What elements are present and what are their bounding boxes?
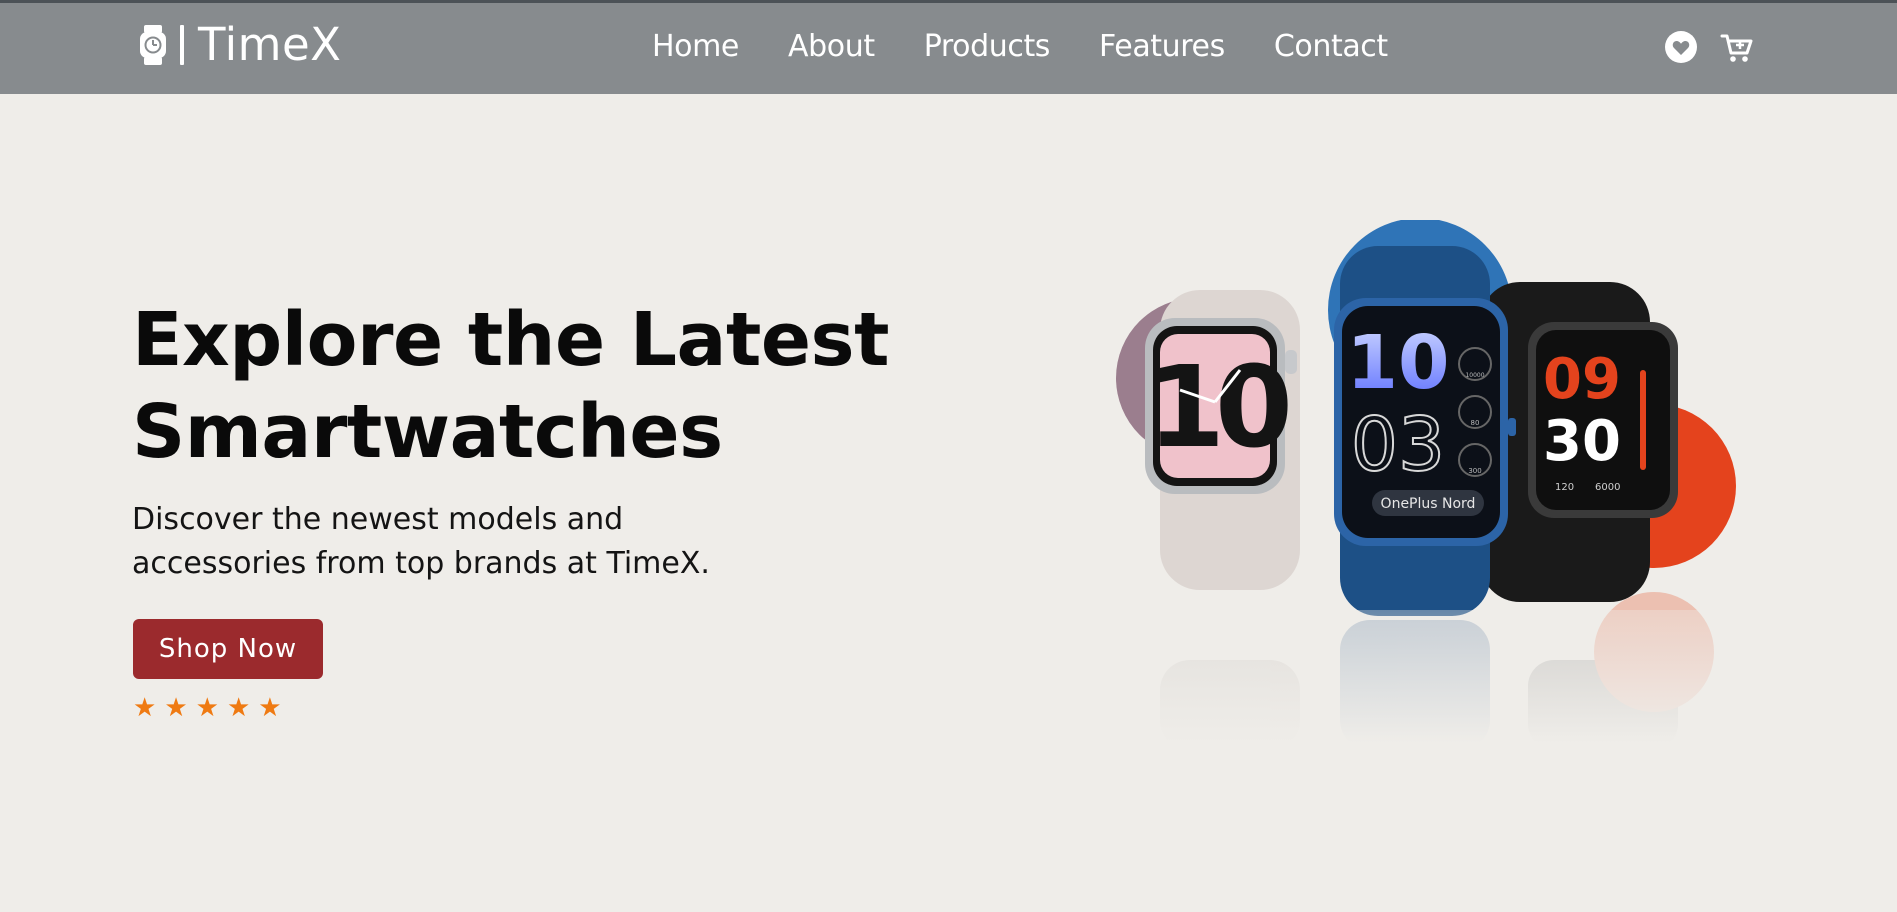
- right-watch-stat-1: 120: [1555, 482, 1574, 493]
- right-watch-stat-2: 6000: [1595, 482, 1620, 493]
- brand-logo[interactable]: TimeX: [136, 19, 341, 71]
- nav-link-features[interactable]: Features: [1099, 29, 1225, 64]
- center-watch-hours: 10: [1347, 320, 1450, 406]
- center-watch-stat-1: 10000: [1465, 372, 1484, 379]
- star-icon: ★: [258, 693, 282, 723]
- left-watch-hours: 10: [1147, 343, 1288, 473]
- logo-divider: [180, 25, 184, 65]
- nav-link-home[interactable]: Home: [652, 29, 739, 64]
- right-watch-hours: 09: [1543, 347, 1621, 412]
- heart-icon[interactable]: [1664, 30, 1698, 64]
- star-icon: ★: [195, 693, 219, 723]
- nav-link-contact[interactable]: Contact: [1274, 29, 1388, 64]
- hero-title: Explore the Latest Smartwatches: [132, 294, 892, 478]
- right-watch-minutes: 30: [1543, 409, 1621, 474]
- nav-menu: Home About Products Features Contact: [652, 25, 1388, 69]
- nav-link-products[interactable]: Products: [924, 29, 1051, 64]
- hero-subtitle: Discover the newest models and accessori…: [132, 498, 752, 586]
- watch-logo-icon: [140, 25, 166, 65]
- cart-icon[interactable]: [1720, 30, 1754, 64]
- center-watch-stat-2: 80: [1471, 419, 1480, 427]
- hero-title-line2: Smartwatches: [132, 389, 723, 475]
- navbar: TimeX Home About Products Features Conta…: [0, 0, 1897, 94]
- center-watch-stat-3: 300: [1468, 467, 1481, 475]
- center-watch-minutes: 03: [1351, 402, 1445, 488]
- hero-title-line1: Explore the Latest: [132, 297, 889, 383]
- shop-now-button[interactable]: Shop Now: [133, 619, 323, 679]
- hero-subtitle-line2: accessories from top brands at TimeX.: [132, 546, 710, 581]
- center-watch-brand-label: OnePlus Nord: [1381, 496, 1476, 512]
- smartwatches-hero-image: 10 09 30 120 6000 10 03 10000 80 300 One…: [1100, 220, 1760, 800]
- nav-link-about[interactable]: About: [788, 29, 875, 64]
- star-icon: ★: [133, 693, 157, 723]
- hero-subtitle-line1: Discover the newest models and: [132, 502, 624, 537]
- brand-name: TimeX: [198, 18, 342, 71]
- rating-stars: ★ ★ ★ ★ ★: [133, 692, 282, 724]
- star-icon: ★: [226, 693, 251, 723]
- star-icon: ★: [164, 693, 188, 723]
- nav-icons: [1664, 30, 1754, 64]
- hero-section: Explore the Latest Smartwatches Discover…: [132, 294, 892, 586]
